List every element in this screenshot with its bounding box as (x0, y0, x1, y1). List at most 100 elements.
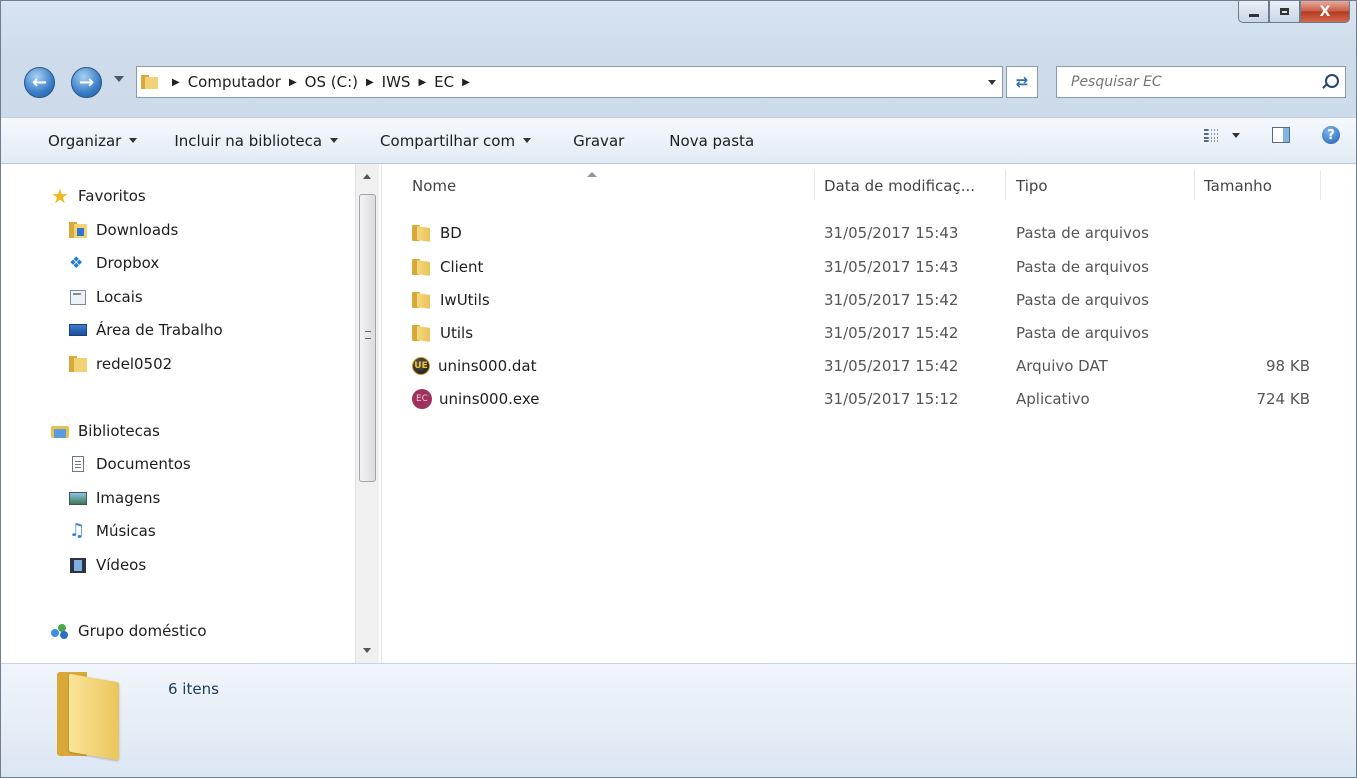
breadcrumb-item[interactable]: Computador (188, 73, 281, 91)
address-bar[interactable]: ▶ Computador ▶ OS (C:) ▶ IWS ▶ EC ▶ (136, 66, 1003, 98)
file-row[interactable]: Utils 31/05/2017 15:42 Pasta de arquivos (382, 316, 1357, 349)
breadcrumb-item[interactable]: IWS (382, 73, 411, 91)
nav-item-downloads[interactable]: Downloads (69, 218, 178, 242)
documents-icon (69, 456, 87, 472)
column-header-name[interactable]: Nome (412, 164, 456, 208)
scroll-down-icon[interactable] (363, 648, 371, 653)
file-name: unins000.exe (439, 389, 540, 408)
nav-scrollbar[interactable] (355, 164, 379, 663)
nav-libraries[interactable]: Bibliotecas (51, 419, 160, 443)
nav-item-dropbox[interactable]: ❖ Dropbox (69, 251, 159, 275)
breadcrumb-arrow-icon[interactable]: ▶ (462, 77, 470, 88)
column-divider[interactable] (1005, 170, 1006, 200)
breadcrumb-arrow-icon[interactable]: ▶ (172, 77, 180, 88)
back-button[interactable]: ← (24, 67, 55, 98)
homegroup-icon (51, 623, 69, 639)
nav-label: Downloads (96, 221, 179, 239)
chevron-down-icon (1232, 132, 1240, 138)
large-folder-icon (57, 672, 119, 761)
nav-item-redel0502[interactable]: redel0502 (69, 352, 172, 376)
folder-icon (412, 258, 430, 275)
organize-label: Organizar (48, 131, 122, 150)
ultraedit-file-icon: UE (412, 356, 430, 375)
file-name-cell: EC unins000.exe (412, 388, 540, 409)
file-type: Pasta de arquivos (1016, 223, 1149, 242)
file-type: Pasta de arquivos (1016, 257, 1149, 276)
column-divider[interactable] (1194, 170, 1195, 200)
search-box (1056, 66, 1346, 98)
search-icon[interactable] (1325, 74, 1339, 88)
file-row[interactable]: EC unins000.exe 31/05/2017 15:12 Aplicati… (382, 382, 1357, 415)
ec-app-icon: EC (412, 388, 432, 409)
scrollbar-thumb[interactable] (359, 194, 376, 482)
close-icon: X (1319, 3, 1331, 20)
close-button[interactable]: X (1300, 1, 1350, 23)
folder-icon (412, 291, 430, 308)
breadcrumb-arrow-icon[interactable]: ▶ (289, 77, 297, 88)
videos-icon (69, 557, 87, 573)
file-date: 31/05/2017 15:43 (824, 257, 959, 276)
nav-favorites[interactable]: ★ Favoritos (51, 184, 146, 208)
toolbar-right: ? (1204, 126, 1340, 144)
nav-item-music[interactable]: ♫ Músicas (69, 519, 156, 543)
libraries-icon (51, 423, 69, 439)
address-history-dropdown[interactable] (988, 80, 996, 85)
sort-ascending-icon (587, 172, 597, 177)
command-bar: Organizar Incluir na biblioteca Comparti… (1, 117, 1356, 164)
nav-label: Favoritos (78, 187, 146, 205)
breadcrumb-arrow-icon[interactable]: ▶ (418, 77, 426, 88)
recent-places-icon (69, 289, 87, 305)
file-row[interactable]: BD 31/05/2017 15:43 Pasta de arquivos (382, 216, 1357, 249)
breadcrumb-item[interactable]: EC (434, 73, 454, 91)
nav-homegroup[interactable]: Grupo doméstico (51, 619, 207, 643)
column-divider[interactable] (814, 170, 815, 200)
refresh-icon: ⇄ (1015, 73, 1029, 91)
help-icon[interactable]: ? (1322, 126, 1340, 144)
nav-item-pictures[interactable]: Imagens (69, 486, 160, 510)
preview-pane-icon[interactable] (1272, 127, 1290, 143)
column-divider[interactable] (1320, 170, 1321, 200)
refresh-button[interactable]: ⇄ (1006, 66, 1038, 98)
share-with-menu[interactable]: Compartilhar com (370, 125, 541, 157)
burn-button[interactable]: Gravar (563, 125, 634, 157)
maximize-button[interactable] (1269, 1, 1300, 23)
nav-item-videos[interactable]: Vídeos (69, 553, 146, 577)
scroll-up-icon[interactable] (363, 174, 371, 179)
column-label: Tipo (1016, 177, 1048, 195)
search-input[interactable] (1069, 73, 1313, 91)
nav-label: Vídeos (96, 556, 147, 574)
breadcrumb-item[interactable]: OS (C:) (305, 73, 358, 91)
column-header-date[interactable]: Data de modificaç... (824, 164, 975, 208)
nav-item-desktop[interactable]: Área de Trabalho (69, 318, 223, 342)
nav-item-documents[interactable]: Documentos (69, 452, 191, 476)
file-date: 31/05/2017 15:42 (824, 290, 959, 309)
nav-item-recent-places[interactable]: Locais (69, 285, 143, 309)
file-name: Utils (440, 323, 474, 342)
file-row[interactable]: UE unins000.dat 31/05/2017 15:42 Arquivo … (382, 349, 1357, 382)
file-name-cell: IwUtils (412, 291, 490, 309)
file-name-cell: Client (412, 258, 483, 276)
forward-button[interactable]: → (71, 67, 102, 98)
file-type: Pasta de arquivos (1016, 323, 1149, 342)
breadcrumb-arrow-icon[interactable]: ▶ (366, 77, 374, 88)
new-folder-button[interactable]: Nova pasta (659, 125, 764, 157)
file-row[interactable]: Client 31/05/2017 15:43 Pasta de arquivo… (382, 250, 1357, 283)
caption-buttons: X (1238, 1, 1350, 23)
file-size: 98 KB (1266, 356, 1310, 375)
file-type: Pasta de arquivos (1016, 290, 1149, 309)
organize-menu[interactable]: Organizar (38, 125, 147, 157)
folder-icon (141, 75, 158, 89)
recent-pages-dropdown[interactable] (114, 76, 124, 82)
include-library-menu[interactable]: Incluir na biblioteca (164, 125, 348, 157)
column-header-type[interactable]: Tipo (1016, 164, 1048, 208)
nav-label: Imagens (96, 489, 161, 507)
details-view-icon (1204, 128, 1220, 142)
column-header-size[interactable]: Tamanho (1204, 164, 1272, 208)
folder-icon (412, 324, 430, 341)
change-view-button[interactable] (1204, 128, 1240, 142)
minimize-button[interactable] (1238, 1, 1269, 23)
help-glyph: ? (1327, 127, 1335, 143)
file-row[interactable]: IwUtils 31/05/2017 15:42 Pasta de arquiv… (382, 283, 1357, 316)
folder-icon (412, 224, 430, 241)
minimize-icon (1248, 13, 1259, 17)
